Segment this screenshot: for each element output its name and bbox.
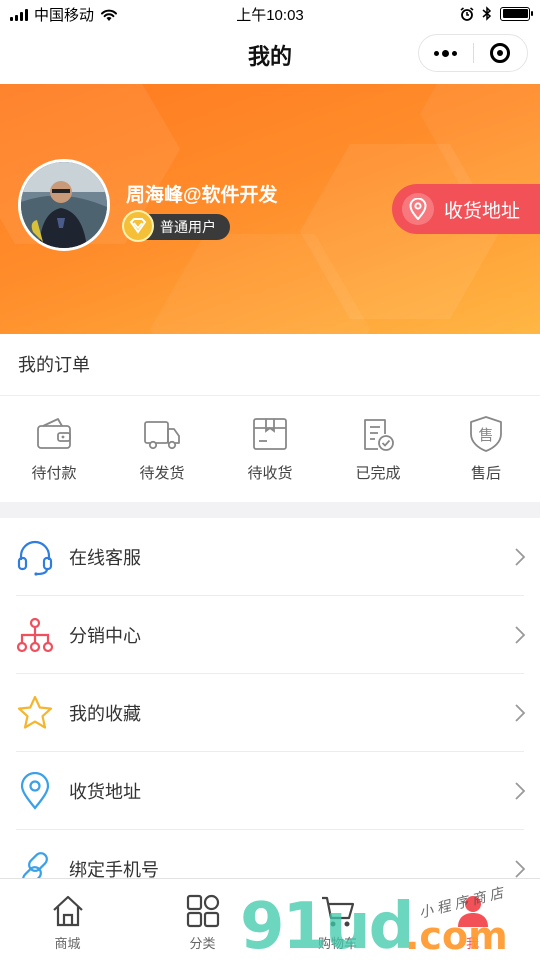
order-pending-shipment[interactable]: 待发货	[108, 396, 216, 502]
more-dots-icon	[434, 49, 458, 57]
svg-text:售: 售	[478, 426, 493, 444]
tab-mall[interactable]: 商城	[0, 879, 135, 960]
tab-label: 购物车	[317, 936, 357, 951]
status-bar: 中国移动 上午10:03	[0, 0, 540, 30]
tab-me[interactable]: 我	[405, 879, 540, 960]
tab-label: 我	[465, 936, 479, 951]
home-icon	[52, 895, 83, 927]
order-completed[interactable]: 已完成	[324, 396, 432, 502]
category-grid-icon	[186, 894, 219, 928]
completed-doc-icon	[364, 419, 394, 451]
nav-bar: 我的	[0, 30, 540, 84]
menu-bind-phone[interactable]: 绑定手机号	[0, 830, 540, 878]
menu-shipping-address[interactable]: 收货地址	[0, 752, 540, 830]
order-status-row: 待付款 待发货 待收货 已完成 售 售后	[0, 396, 540, 502]
menu-list: 在线客服 分销中心 我的收藏 收货地址 绑定手机号	[0, 518, 540, 878]
order-item-label: 待收货	[247, 465, 293, 482]
menu-item-label: 收货地址	[69, 782, 141, 802]
tab-bar: 商城 分类 购物车 我	[0, 878, 540, 960]
vip-diamond-icon	[122, 210, 154, 242]
profile-banner: 周海峰@软件开发 普通用户 收货地址	[0, 84, 540, 334]
chevron-right-icon	[515, 860, 526, 878]
package-icon	[253, 418, 287, 450]
order-item-label: 待付款	[31, 465, 77, 482]
chevron-right-icon	[515, 626, 526, 644]
location-pin-icon	[402, 193, 434, 225]
mini-program-capsule	[418, 34, 528, 72]
order-pending-payment[interactable]: 待付款	[0, 396, 108, 502]
battery-icon	[500, 6, 533, 21]
order-item-label: 已完成	[355, 465, 401, 482]
chevron-right-icon	[515, 782, 526, 800]
menu-distribution-center[interactable]: 分销中心	[0, 596, 540, 674]
alarm-icon	[460, 6, 474, 21]
my-orders-title[interactable]: 我的订单	[0, 334, 540, 396]
target-icon	[490, 43, 511, 63]
avatar-photo	[21, 162, 107, 248]
menu-item-label: 我的收藏	[69, 704, 141, 724]
avatar[interactable]	[18, 159, 110, 251]
order-item-label: 待发货	[139, 465, 185, 482]
cart-icon	[321, 896, 354, 927]
menu-customer-service[interactable]: 在线客服	[0, 518, 540, 596]
order-item-label: 售后	[470, 465, 501, 482]
username: 周海峰@软件开发	[126, 185, 278, 206]
tab-label: 商城	[54, 936, 81, 951]
chevron-right-icon	[515, 704, 526, 722]
location-pin-icon	[20, 772, 50, 810]
shipping-address-button[interactable]: 收货地址	[392, 184, 540, 234]
shipping-address-label: 收货地址	[444, 200, 521, 222]
chevron-right-icon	[515, 548, 526, 566]
order-after-sale[interactable]: 售 售后	[432, 396, 540, 502]
more-button[interactable]	[419, 35, 473, 71]
menu-item-label: 分销中心	[69, 626, 141, 646]
profile-icon	[457, 896, 488, 927]
menu-item-label: 在线客服	[69, 548, 141, 568]
headset-icon	[17, 540, 53, 576]
tab-category[interactable]: 分类	[135, 879, 270, 960]
tab-cart[interactable]: 购物车	[270, 879, 405, 960]
my-orders-section: 我的订单 待付款 待发货 待收货 已完成 售 售后	[0, 334, 540, 502]
order-pending-receipt[interactable]: 待收货	[216, 396, 324, 502]
tab-label: 分类	[189, 936, 216, 951]
member-level-badge: 普通用户	[122, 210, 230, 242]
member-level-label: 普通用户	[160, 219, 216, 235]
link-icon	[22, 852, 48, 878]
network-icon	[16, 617, 54, 653]
truck-icon	[144, 421, 180, 450]
status-right	[460, 6, 533, 21]
status-time: 上午10:03	[236, 7, 304, 24]
star-icon	[17, 695, 53, 729]
close-miniprogram-button[interactable]	[474, 35, 528, 71]
after-sale-shield-icon: 售	[470, 416, 502, 452]
menu-item-label: 绑定手机号	[69, 860, 159, 878]
bluetooth-icon	[482, 6, 492, 21]
menu-favorites[interactable]: 我的收藏	[0, 674, 540, 752]
wallet-icon	[37, 418, 71, 449]
